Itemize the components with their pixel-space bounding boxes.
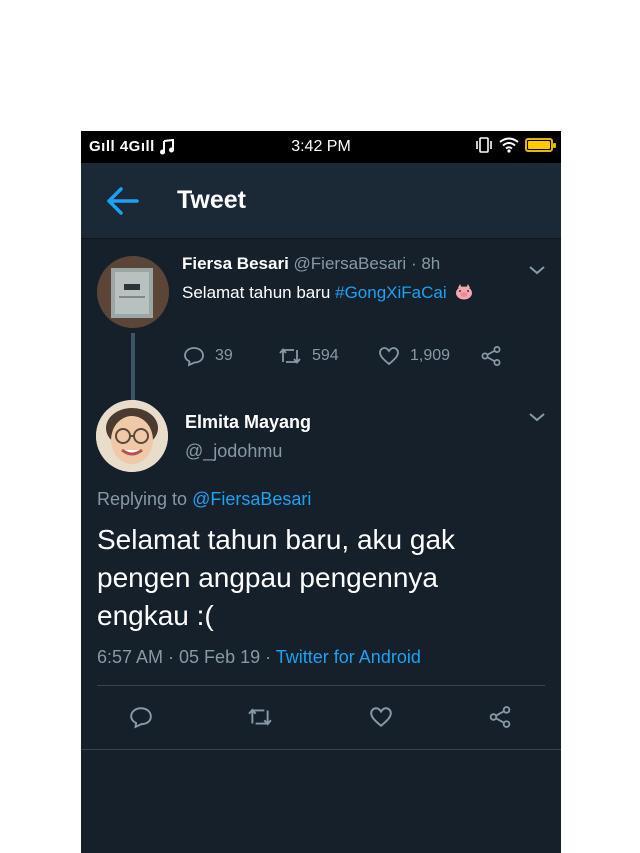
battery-fill (528, 141, 550, 149)
tweet-meta: 6:57 AM · 05 Feb 19 · Twitter for Androi… (97, 647, 421, 668)
book-cover-image (97, 256, 169, 328)
share-icon (481, 346, 501, 366)
pig-emoji-icon (456, 284, 473, 300)
reply-name[interactable]: Elmita Mayang (185, 412, 311, 433)
retweet-count: 594 (312, 347, 339, 364)
retweet-icon (248, 708, 272, 726)
phone-screen: Gıll 4Gıll 3:42 PM Tweet Fiersa Besari @… (81, 131, 561, 853)
chevron-down-icon[interactable] (528, 411, 546, 423)
retweet-action[interactable]: 594 (278, 345, 378, 367)
reply-count: 39 (215, 347, 233, 364)
parent-tweet[interactable]: Fiersa Besari @FiersaBesari · 8h Selamat… (81, 239, 561, 405)
like-count: 1,909 (410, 347, 451, 364)
parent-author: Fiersa Besari @FiersaBesari · 8h (182, 254, 440, 274)
avatar[interactable] (97, 256, 169, 328)
parent-name[interactable]: Fiersa Besari (182, 254, 289, 273)
back-button[interactable] (105, 183, 141, 219)
status-icons (475, 137, 556, 153)
tweet-time: 6:57 AM · 05 Feb 19 · (97, 647, 276, 667)
heart-icon (379, 347, 399, 366)
heart-icon (370, 707, 392, 728)
like-action[interactable]: 1,909 (378, 345, 480, 367)
reply-handle[interactable]: @_jodohmu (185, 441, 282, 462)
retweet-icon (279, 348, 301, 364)
page-title: Tweet (177, 186, 246, 214)
chevron-down-icon[interactable] (528, 264, 546, 276)
vibrate-icon (476, 137, 492, 153)
parent-body: Selamat tahun baru (182, 283, 336, 302)
share-icon (489, 706, 511, 728)
status-bar: Gıll 4Gıll 3:42 PM (81, 131, 561, 163)
reply-action[interactable]: 39 (183, 345, 278, 367)
parent-age: · 8h (410, 254, 441, 273)
like-button[interactable] (369, 705, 393, 734)
hashtag-link[interactable]: #GongXiFaCai (335, 283, 447, 302)
retweet-button[interactable] (246, 705, 274, 734)
parent-actions: 39 594 1,909 (183, 345, 502, 367)
parent-handle: @FiersaBesari (293, 254, 407, 273)
reply-icon (184, 347, 204, 367)
arrow-left-icon (107, 187, 139, 215)
tweet-text: Selamat tahun baru, aku gak pengen angpa… (97, 524, 456, 631)
wifi-icon (499, 137, 519, 153)
avatar[interactable] (96, 400, 168, 472)
share-action[interactable] (480, 345, 502, 367)
parent-text: Selamat tahun baru #GongXiFaCai (182, 283, 473, 303)
reply-icon (130, 707, 152, 729)
tweet-source[interactable]: Twitter for Android (276, 647, 421, 667)
profile-photo (96, 400, 168, 472)
share-button[interactable] (488, 705, 512, 734)
replying-to-link[interactable]: @FiersaBesari (192, 489, 311, 509)
replying-to: Replying to @FiersaBesari (97, 489, 311, 510)
divider (81, 749, 561, 750)
tweet-actions (81, 685, 561, 749)
battery-icon (525, 138, 556, 152)
app-bar: Tweet (81, 163, 561, 239)
thread-line (131, 333, 135, 405)
reply-button[interactable] (129, 705, 153, 734)
replying-prefix: Replying to (97, 489, 193, 509)
